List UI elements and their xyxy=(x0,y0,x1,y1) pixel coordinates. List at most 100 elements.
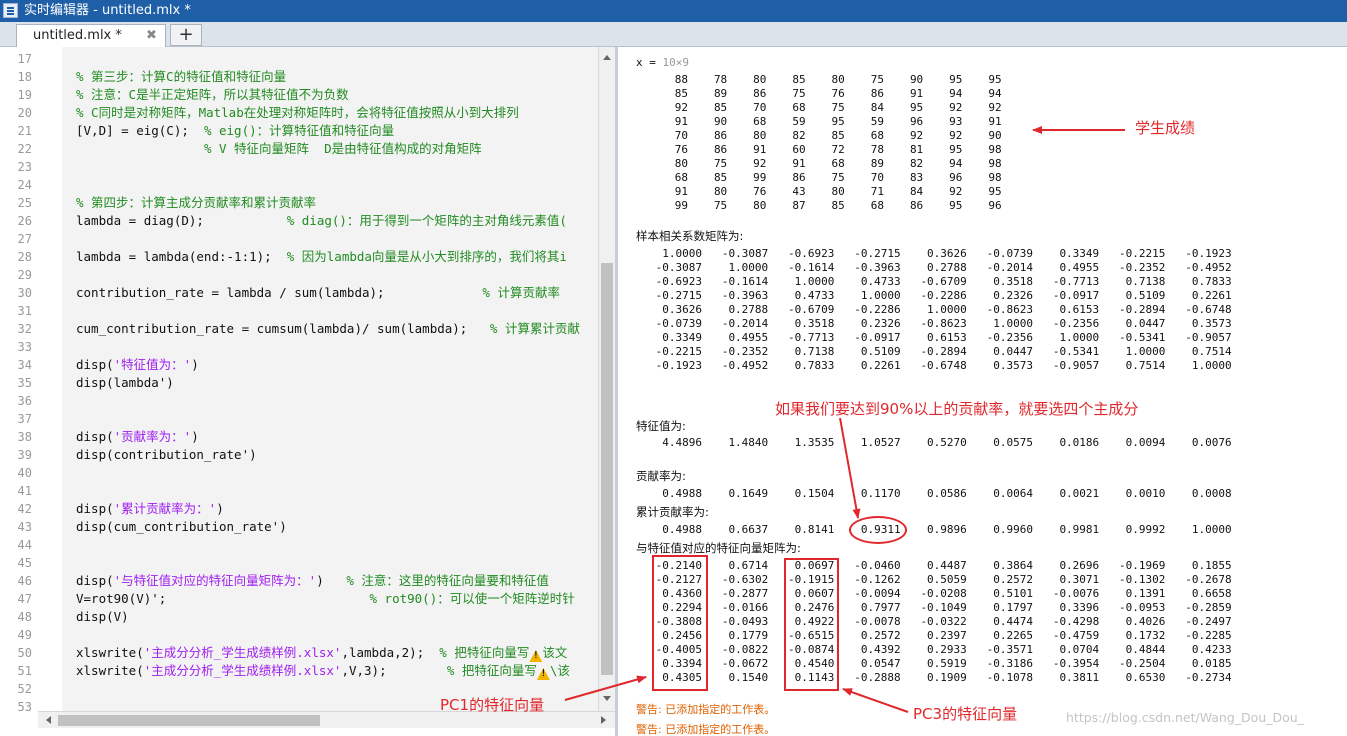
code-token: contribution_rate = lambda / sum(lambda)… xyxy=(76,285,483,300)
correlation-cell: -0.2215 xyxy=(655,345,702,358)
line-number: 53 xyxy=(17,700,32,714)
score-cell: 96 xyxy=(949,171,963,184)
score-cell: 80 xyxy=(753,129,767,142)
eigenvector-cell: 0.6658 xyxy=(1191,587,1232,600)
scroll-right-arrow-icon[interactable] xyxy=(601,716,606,724)
eigenvector-cell: -0.0953 xyxy=(1119,601,1166,614)
eigenvector-cell: 0.4026 xyxy=(1125,615,1166,628)
score-cell: 93 xyxy=(949,115,963,128)
code-line[interactable]: disp('累计贡献率为：') xyxy=(76,501,224,517)
eigenvector-cell: 0.4392 xyxy=(860,643,901,656)
code-line[interactable]: lambda = diag(D); % diag()：用于得到一个矩阵的主对角线… xyxy=(76,213,567,229)
editor-vertical-scrollbar[interactable] xyxy=(598,47,615,711)
code-editor-pane[interactable]: 17 18 19 20 21 22 23 24 25 26 27 28 29 30 31 32 33 34 35 36… xyxy=(0,47,615,736)
line-number: 27 xyxy=(17,232,32,246)
correlation-cell: 0.2788 xyxy=(728,303,769,316)
score-cell: 85 xyxy=(713,171,728,184)
code-line[interactable]: contribution_rate = lambda / sum(lambda)… xyxy=(76,285,560,301)
new-tab-button[interactable]: + xyxy=(170,24,202,46)
eigenvector-cell: -0.3954 xyxy=(1052,657,1100,670)
code-line[interactable]: % 注意：C是半正定矩阵，所以其特征值不为负数 xyxy=(76,87,349,103)
code-line[interactable]: disp('特征值为：') xyxy=(76,357,199,373)
line-number: 35 xyxy=(17,376,32,390)
score-cell: 92 xyxy=(988,101,1002,114)
code-line[interactable]: disp(lambda') xyxy=(76,375,174,391)
score-cell: 75 xyxy=(792,87,806,100)
correlation-cell: 0.7833 xyxy=(794,359,835,372)
code-line[interactable]: disp('贡献率为：') xyxy=(76,429,199,445)
correlation-cell: -0.4952 xyxy=(721,359,769,372)
code-line[interactable]: % V 特征向量矩阵 D是由特征值构成的对角矩阵 xyxy=(76,141,482,157)
score-cell: 88 xyxy=(674,73,688,86)
cumulative-cell: 0.4988 xyxy=(662,523,702,536)
eigenvector-cell: 0.2397 xyxy=(927,629,967,642)
score-cell: 95 xyxy=(831,115,845,128)
eigenvector-cell: -0.2504 xyxy=(1119,657,1166,670)
score-cell: 71 xyxy=(870,185,884,198)
code-line[interactable]: xlswrite('主成分分析_学生成绩样例.xlsx',lambda,2); … xyxy=(76,645,567,662)
code-line[interactable]: disp(V) xyxy=(76,609,129,625)
code-line[interactable]: [V,D] = eig(C); % eig()：计算特征值和特征向量 xyxy=(76,123,394,139)
code-comment: % diag()：用于得到一个矩阵的主对角线元素值( xyxy=(286,213,567,228)
score-cell: 92 xyxy=(753,157,767,170)
score-cell: 92 xyxy=(909,129,924,142)
correlation-cell: -0.5341 xyxy=(1052,345,1100,358)
score-cell: 90 xyxy=(988,129,1002,142)
code-comment: % 注意：C是半正定矩阵，所以其特征值不为负数 xyxy=(76,87,349,102)
code-token: [V,D] = eig(C); xyxy=(76,123,204,138)
scroll-up-arrow-icon[interactable] xyxy=(603,55,611,60)
eigenvector-cell: -0.0076 xyxy=(1052,587,1100,600)
correlation-cell: 0.4733 xyxy=(860,275,901,288)
correlation-cell: 0.6153 xyxy=(1059,303,1100,316)
score-cell: 92 xyxy=(949,129,963,142)
score-cell: 75 xyxy=(713,199,728,212)
correlation-cell: -0.6748 xyxy=(920,359,967,372)
score-cell: 95 xyxy=(988,185,1002,198)
correlation-cell: -0.8623 xyxy=(986,303,1033,316)
code-line[interactable]: xlswrite('主成分分析_学生成绩样例.xlsx',V,3); % 把特征… xyxy=(76,663,570,680)
eigenvector-cell: -0.2888 xyxy=(854,671,901,684)
code-line[interactable]: % C同时是对称矩阵，Matlab在处理对称矩阵时，会将特征值按照从小到大排列 xyxy=(76,105,519,121)
correlation-cell: -0.2894 xyxy=(920,345,967,358)
line-number: 47 xyxy=(17,592,32,606)
line-number: 38 xyxy=(17,430,32,444)
score-cell: 43 xyxy=(792,185,806,198)
scroll-down-arrow-icon[interactable] xyxy=(603,696,611,701)
code-line[interactable]: lambda = lambda(end:-1:1); % 因为lambda向量是… xyxy=(76,249,567,265)
code-line[interactable]: % 第三步：计算C的特征值和特征向量 xyxy=(76,69,286,85)
scroll-left-arrow-icon[interactable] xyxy=(46,716,51,724)
code-line[interactable]: V=rot90(V)'; % rot90()：可以使一个矩阵逆时针 xyxy=(76,591,575,607)
correlation-cell: -0.9057 xyxy=(1052,359,1100,372)
score-cell: 85 xyxy=(831,129,845,142)
score-cell: 95 xyxy=(949,199,963,212)
line-number: 25 xyxy=(17,196,32,210)
eigenvalue-cell: 0.5270 xyxy=(927,436,967,449)
horizontal-scroll-thumb[interactable] xyxy=(58,715,320,726)
tab-close-icon[interactable]: ✖ xyxy=(146,28,157,43)
score-cell: 70 xyxy=(870,171,884,184)
correlation-cell: 0.3349 xyxy=(662,331,702,344)
score-cell: 70 xyxy=(753,101,767,114)
eigenvector-cell: 0.2572 xyxy=(860,629,901,642)
eigenvector-cell: 0.1779 xyxy=(728,629,769,642)
code-line[interactable]: % 第四步：计算主成分贡献率和累计贡献率 xyxy=(76,195,316,211)
correlation-cell: -0.8623 xyxy=(920,317,967,330)
annotation-pc1: PC1的特征向量 xyxy=(440,696,545,714)
window-title: 实时编辑器 - untitled.mlx * xyxy=(24,3,191,18)
eigenvector-cell: -0.2859 xyxy=(1185,601,1232,614)
eigenvector-cell: 0.3864 xyxy=(993,559,1033,572)
code-block[interactable]: % 第三步：计算C的特征值和特征向量 % 注意：C是半正定矩阵，所以其特征值不为负… xyxy=(62,47,598,711)
document-tab-bar: untitled.mlx * ✖ + xyxy=(0,22,1347,47)
correlation-cell: -0.2356 xyxy=(986,331,1033,344)
tab-untitled-mlx[interactable]: untitled.mlx * ✖ xyxy=(16,24,166,47)
correlation-cell: -0.5341 xyxy=(1119,331,1166,344)
x-label: x = xyxy=(636,56,663,69)
vertical-scroll-thumb[interactable] xyxy=(601,263,613,675)
code-line[interactable]: disp('与特征值对应的特征向量矩阵为：') % 注意：这里的特征向量要和特征… xyxy=(76,573,549,589)
line-number: 28 xyxy=(17,250,32,264)
correlation-cell: 0.2326 xyxy=(993,289,1033,302)
code-line[interactable]: cum_contribution_rate = cumsum(lambda)/ … xyxy=(76,321,580,337)
code-line[interactable]: disp(cum_contribution_rate') xyxy=(76,519,287,535)
code-line[interactable]: disp(contribution_rate') xyxy=(76,447,257,463)
correlation-cell: 0.3626 xyxy=(662,303,702,316)
